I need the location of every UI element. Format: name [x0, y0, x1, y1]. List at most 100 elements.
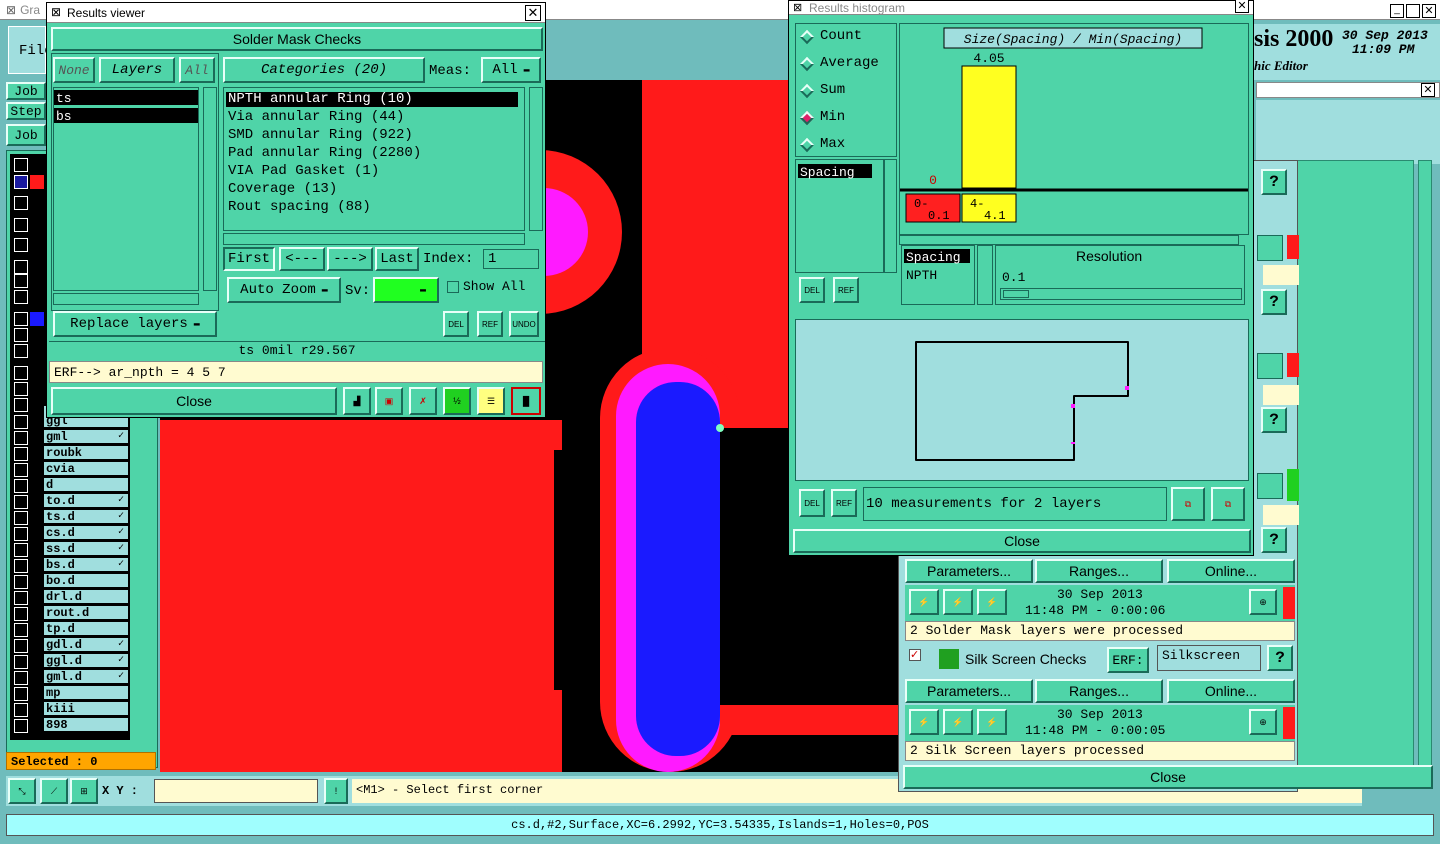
- silk-checkbox[interactable]: ✓: [909, 649, 921, 661]
- del-icon[interactable]: DEL: [799, 489, 825, 517]
- zoom-icon[interactable]: [1257, 235, 1283, 261]
- category-item[interactable]: VIA Pad Gasket (1): [226, 164, 518, 179]
- histogram-close-button[interactable]: Close: [793, 529, 1251, 553]
- zoom-icon[interactable]: [1257, 353, 1283, 379]
- close-icon[interactable]: ✕: [1422, 4, 1436, 18]
- undo-icon[interactable]: UNDO: [509, 311, 539, 337]
- checks-close-button[interactable]: Close: [903, 765, 1433, 789]
- layer-row[interactable]: ggl.d ✓: [44, 654, 128, 668]
- spacing-item[interactable]: Spacing: [904, 249, 970, 265]
- categories-hscrollbar[interactable]: [223, 233, 525, 245]
- parameters-button-1[interactable]: Parameters...: [905, 559, 1033, 583]
- layer-checkbox[interactable]: [14, 328, 28, 342]
- layer-checkbox[interactable]: [14, 344, 28, 358]
- zoom-icon[interactable]: ⊕: [1249, 709, 1277, 735]
- layer-checkbox[interactable]: [14, 543, 28, 557]
- resolution-slider-thumb[interactable]: [1003, 290, 1029, 298]
- categories-button[interactable]: Categories (20): [223, 57, 425, 83]
- viewer-close-button[interactable]: Close: [51, 387, 337, 415]
- close-icon[interactable]: ✕: [525, 5, 541, 21]
- highlight-icon[interactable]: ▣: [375, 387, 403, 415]
- close-icon[interactable]: ✕: [1235, 0, 1249, 13]
- layer-checkbox[interactable]: [14, 671, 28, 685]
- category-item[interactable]: Via annular Ring (44): [226, 110, 518, 125]
- sv-dropdown[interactable]: ▬: [373, 277, 439, 303]
- import-icon[interactable]: ⧉: [1211, 487, 1245, 521]
- categories-scrollbar[interactable]: [529, 87, 543, 231]
- erf-delete-icon[interactable]: ✗: [409, 387, 437, 415]
- layer-row[interactable]: 898: [44, 718, 128, 732]
- list-icon[interactable]: ☰: [477, 387, 505, 415]
- measure-scrollbar[interactable]: [883, 159, 897, 273]
- layer-row[interactable]: ts.d ✓: [44, 510, 128, 524]
- layer-checkbox[interactable]: [14, 238, 28, 252]
- prev-button[interactable]: <---: [279, 247, 325, 271]
- maximize-icon[interactable]: [1406, 4, 1420, 18]
- radio-count[interactable]: [799, 29, 815, 45]
- minimize-icon[interactable]: _: [1390, 4, 1404, 18]
- category-item[interactable]: Pad annular Ring (2280): [226, 146, 518, 161]
- run-step-icon[interactable]: ⚡: [943, 709, 973, 735]
- replace-layers-button[interactable]: Replace layers ▬: [53, 311, 217, 337]
- run-stop-icon[interactable]: ⚡: [977, 589, 1007, 615]
- alert-icon[interactable]: !: [324, 778, 348, 804]
- layer-checkbox[interactable]: [14, 623, 28, 637]
- layer-checkbox[interactable]: [14, 218, 28, 232]
- zoom-fit-icon[interactable]: ⤡: [8, 778, 36, 804]
- zoom-icon[interactable]: [1257, 473, 1283, 499]
- layer-row[interactable]: tp.d: [44, 622, 128, 636]
- layer-row[interactable]: kiii: [44, 702, 128, 716]
- layer-row[interactable]: gdl.d ✓: [44, 638, 128, 652]
- category-item[interactable]: Rout spacing (88): [226, 200, 518, 215]
- measure-item-spacing[interactable]: Spacing: [798, 164, 872, 180]
- layer-row[interactable]: gml.d ✓: [44, 670, 128, 684]
- online-button-2[interactable]: Online...: [1167, 679, 1295, 703]
- chart-hscrollbar[interactable]: [899, 235, 1239, 245]
- layer-checkbox[interactable]: [14, 511, 28, 525]
- auto-zoom-dropdown[interactable]: Auto Zoom ▬: [227, 277, 341, 303]
- layers-scrollbar[interactable]: [203, 87, 217, 291]
- category-item[interactable]: Coverage (13): [226, 182, 518, 197]
- layer-row[interactable]: cs.d ✓: [44, 526, 128, 540]
- spacing-scrollbar[interactable]: [977, 245, 993, 305]
- index-input[interactable]: 1: [483, 249, 539, 269]
- help-button-5[interactable]: ?: [1267, 645, 1293, 671]
- radio-sum[interactable]: [799, 83, 815, 99]
- first-button[interactable]: First: [223, 247, 275, 271]
- npth-item-label[interactable]: NPTH: [906, 268, 937, 283]
- layer-checkbox[interactable]: [14, 398, 28, 412]
- radio-average[interactable]: [799, 56, 815, 72]
- online-button-1[interactable]: Online...: [1167, 559, 1295, 583]
- ranges-button-1[interactable]: Ranges...: [1035, 559, 1163, 583]
- ref-icon[interactable]: REF: [831, 489, 857, 517]
- erf-field[interactable]: Silkscreen: [1157, 645, 1261, 671]
- del-icon[interactable]: DEL: [443, 311, 469, 337]
- bg-close-icon[interactable]: ✕: [1421, 83, 1435, 97]
- run-icon[interactable]: ⚡: [909, 589, 939, 615]
- zoom-icon[interactable]: ⊕: [1249, 589, 1277, 615]
- layer-checkbox[interactable]: [14, 196, 28, 210]
- ranges-button-2[interactable]: Ranges...: [1035, 679, 1163, 703]
- layer-checkbox[interactable]: [14, 366, 28, 380]
- menu-file[interactable]: File: [8, 26, 53, 74]
- run-step-icon[interactable]: ⚡: [943, 589, 973, 615]
- layer-checkbox[interactable]: [14, 687, 28, 701]
- erf-button[interactable]: ERF:: [1107, 647, 1149, 673]
- category-item[interactable]: NPTH annular Ring (10): [226, 92, 518, 107]
- layer-row[interactable]: d: [44, 478, 128, 492]
- ref-icon[interactable]: REF: [477, 311, 503, 337]
- compare-icon[interactable]: ½: [443, 387, 471, 415]
- category-item[interactable]: SMD annular Ring (922): [226, 128, 518, 143]
- meas-dropdown[interactable]: All ▬: [481, 57, 541, 83]
- layers-button[interactable]: Layers: [99, 57, 175, 83]
- layer-checkbox[interactable]: [14, 495, 28, 509]
- radio-max[interactable]: [799, 137, 815, 153]
- layer-checkbox[interactable]: [14, 312, 28, 326]
- layer-item-ts[interactable]: ts: [54, 90, 198, 106]
- layer-row[interactable]: gml ✓: [44, 430, 128, 444]
- layer-checkbox[interactable]: [14, 527, 28, 541]
- show-all-checkbox[interactable]: [447, 281, 459, 293]
- run-stop-icon[interactable]: ⚡: [977, 709, 1007, 735]
- layer-row[interactable]: ss.d ✓: [44, 542, 128, 556]
- help-button-1[interactable]: ?: [1261, 169, 1287, 195]
